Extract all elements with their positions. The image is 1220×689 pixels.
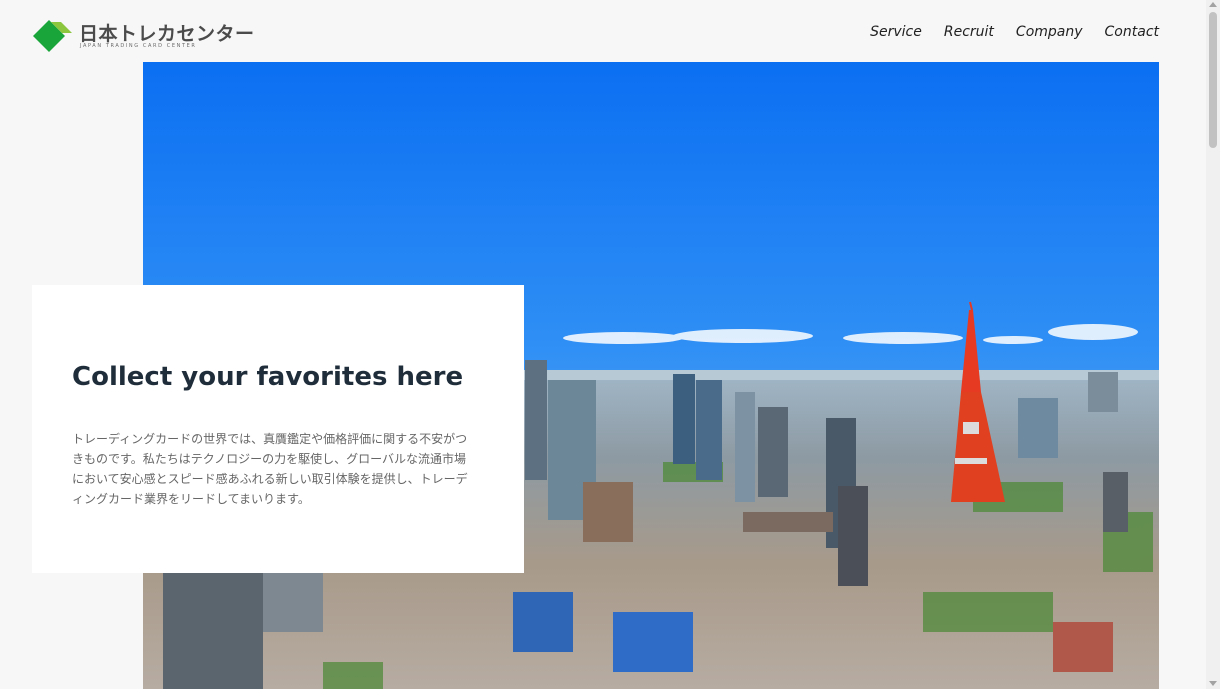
site-logo[interactable]: 日本トレカセンター JAPAN TRADING CARD CENTER bbox=[31, 16, 254, 56]
nav-link-service[interactable]: Service bbox=[870, 24, 922, 40]
site-header: 日本トレカセンター JAPAN TRADING CARD CENTER Serv… bbox=[0, 0, 1206, 62]
intro-card: Collect your favorites here トレーディングカードの世… bbox=[32, 285, 524, 573]
green-diamond-logo-icon bbox=[33, 20, 72, 52]
scroll-up-arrow-icon[interactable] bbox=[1209, 2, 1217, 7]
nav-link-company[interactable]: Company bbox=[1016, 24, 1083, 40]
main-nav: Service Recruit Company Contact bbox=[870, 24, 1159, 40]
scrollbar-thumb[interactable] bbox=[1209, 12, 1217, 148]
logo-title: 日本トレカセンター bbox=[79, 23, 255, 45]
nav-link-recruit[interactable]: Recruit bbox=[944, 24, 994, 40]
logo-subtitle: JAPAN TRADING CARD CENTER bbox=[80, 43, 197, 49]
scroll-down-arrow-icon[interactable] bbox=[1209, 681, 1217, 686]
page-scrollbar[interactable] bbox=[1206, 0, 1220, 689]
nav-link-contact[interactable]: Contact bbox=[1105, 24, 1159, 40]
intro-heading: Collect your favorites here bbox=[72, 362, 464, 392]
intro-text: トレーディングカードの世界では、真贋鑑定や価格評価に関する不安がつきものです。私… bbox=[72, 432, 468, 506]
